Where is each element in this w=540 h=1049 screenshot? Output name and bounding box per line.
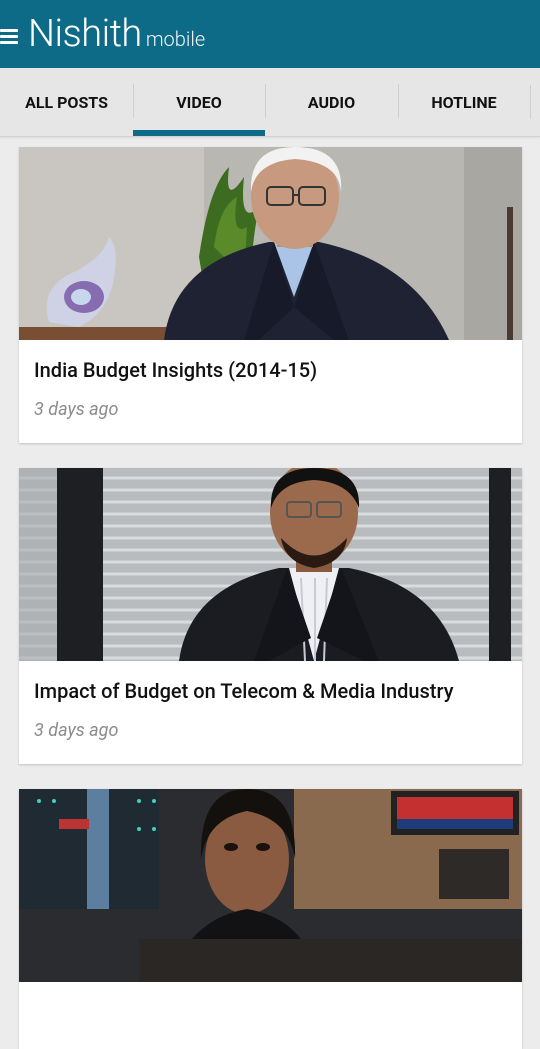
logo-main-text: Nishith [28, 12, 142, 56]
tab-bar: ALL POSTS VIDEO AUDIO HOTLINE [0, 68, 540, 137]
tab-all-posts[interactable]: ALL POSTS [0, 68, 133, 136]
app-logo: Nishith mobile [28, 15, 205, 53]
app-bar: Nishith mobile [0, 0, 540, 68]
tab-video[interactable]: VIDEO [133, 68, 265, 136]
video-timestamp: 3 days ago [34, 399, 119, 420]
video-title [19, 982, 522, 1000]
video-title: India Budget Insights (2014-15) [34, 358, 318, 382]
video-title: Impact of Budget on Telecom & Media Indu… [34, 679, 454, 703]
video-card[interactable]: Impact of Budget on Telecom & Media Indu… [19, 468, 522, 764]
menu-icon[interactable] [0, 26, 18, 44]
video-thumbnail [19, 789, 522, 982]
video-thumbnail [19, 468, 522, 661]
video-thumbnail [19, 147, 522, 340]
tab-hotline[interactable]: HOTLINE [398, 68, 530, 136]
logo-sub-text: mobile [145, 27, 206, 51]
video-card[interactable]: India Budget Insights (2014-15) 3 days a… [19, 147, 522, 443]
tab-overflow-divider [530, 85, 540, 119]
video-card[interactable] [19, 789, 522, 1049]
video-timestamp: 3 days ago [34, 720, 119, 741]
video-timestamp [19, 1000, 522, 1017]
tab-audio[interactable]: AUDIO [265, 68, 398, 136]
